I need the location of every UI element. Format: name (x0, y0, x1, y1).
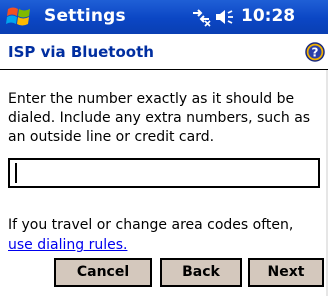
instructions-text: Enter the number exactly as it should be… (8, 91, 311, 145)
title-bar: Settings 10:28 (0, 0, 328, 34)
svg-text:?: ? (312, 46, 319, 60)
speaker-icon[interactable] (214, 7, 236, 27)
cancel-button[interactable]: Cancel (54, 258, 152, 287)
windows-flag-icon[interactable] (4, 3, 34, 31)
help-icon[interactable]: ? (305, 42, 325, 62)
text-caret (15, 163, 17, 183)
page-title: ISP via Bluetooth (8, 43, 154, 61)
back-button[interactable]: Back (160, 258, 242, 287)
dialing-rules-link[interactable]: use dialing rules. (8, 237, 127, 253)
connectivity-icon[interactable] (190, 7, 212, 27)
app-title[interactable]: Settings (44, 6, 126, 26)
phone-number-input[interactable] (8, 158, 320, 188)
travel-hint-text: If you travel or change area codes often… (8, 217, 294, 233)
next-button[interactable]: Next (248, 258, 324, 287)
page-header: ISP via Bluetooth ? (0, 34, 328, 70)
clock[interactable]: 10:28 (241, 6, 295, 26)
